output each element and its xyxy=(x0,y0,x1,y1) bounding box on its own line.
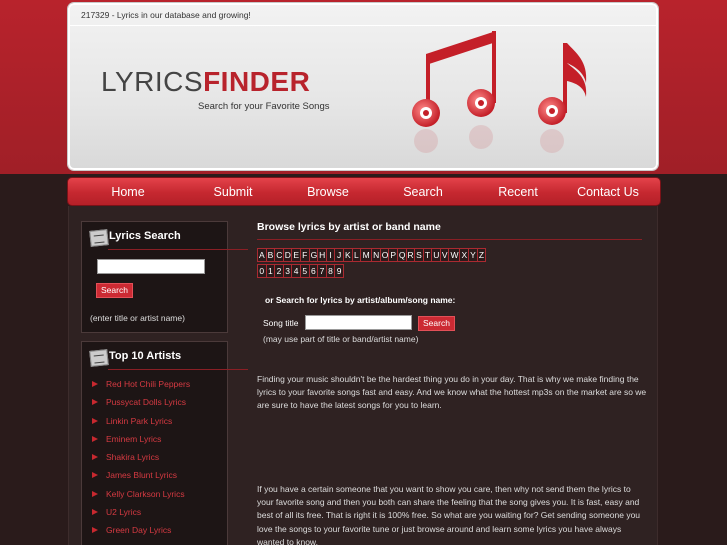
logo-text-finder: FINDER xyxy=(203,66,311,97)
site-tagline: Search for your Favorite Songs xyxy=(198,101,330,112)
artist-link[interactable]: Shakira Lyrics xyxy=(90,452,190,470)
divider xyxy=(108,249,248,250)
bullet-arrow-icon xyxy=(92,417,98,424)
song-title-label: Song title xyxy=(263,318,299,328)
artist-link[interactable]: Pussycat Dolls Lyrics xyxy=(90,397,190,415)
bullet-arrow-icon xyxy=(92,472,98,479)
nav-recent[interactable]: Recent xyxy=(468,185,568,199)
main-nav: Home Submit Browse Search Recent Contact… xyxy=(67,177,661,206)
header-panel: 217329 - Lyrics in our database and grow… xyxy=(68,3,658,170)
bullet-arrow-icon xyxy=(92,399,98,406)
index-link[interactable]: Z xyxy=(476,248,487,262)
vinyl-record-icon xyxy=(89,349,109,367)
nav-search[interactable]: Search xyxy=(378,185,468,199)
nav-browse[interactable]: Browse xyxy=(278,185,378,199)
artist-link[interactable]: Green Day Lyrics xyxy=(90,525,190,543)
artist-link[interactable]: Linkin Park Lyrics xyxy=(90,416,190,434)
sidebar-search-hint: (enter title or artist name) xyxy=(90,313,185,323)
artist-link[interactable]: James Blunt Lyrics xyxy=(90,470,190,488)
artist-link[interactable]: Eminem Lyrics xyxy=(90,434,190,452)
logo-text-lyrics: LYRICS xyxy=(101,66,204,97)
artist-link[interactable]: Kelly Clarkson Lyrics xyxy=(90,489,190,507)
artist-link[interactable]: Red Hot Chili Peppers xyxy=(90,379,190,397)
sidebar-search-button[interactable]: Search xyxy=(96,283,133,298)
top-artists-box: Top 10 Artists Red Hot Chili Peppers Pus… xyxy=(81,341,248,545)
lyrics-search-title: Lyrics Search xyxy=(109,230,181,242)
song-search-button[interactable]: Search xyxy=(418,316,455,331)
top-artists-title: Top 10 Artists xyxy=(109,350,182,362)
sidebar-search-input[interactable] xyxy=(97,259,205,274)
bullet-arrow-icon xyxy=(92,490,98,497)
music-notes-icon xyxy=(412,31,587,153)
lyrics-search-box: Lyrics Search Search (enter title or art… xyxy=(81,221,248,333)
digit-index: 0123456789 xyxy=(257,264,344,278)
bullet-arrow-icon xyxy=(92,527,98,534)
nav-contact-us[interactable]: Contact Us xyxy=(568,185,648,199)
bullet-arrow-icon xyxy=(92,509,98,516)
page-title: Browse lyrics by artist or band name xyxy=(257,221,441,233)
vinyl-record-icon xyxy=(89,229,109,247)
site-logo[interactable]: LYRICSFINDER xyxy=(101,68,310,96)
search-heading: or Search for lyrics by artist/album/son… xyxy=(265,295,456,305)
artist-link[interactable]: U2 Lyrics xyxy=(90,507,190,525)
info-paragraph: If you have a certain someone that you w… xyxy=(257,484,641,545)
bullet-arrow-icon xyxy=(92,454,98,461)
divider xyxy=(257,239,642,240)
divider xyxy=(108,369,248,370)
song-search-hint: (may use part of title or band/artist na… xyxy=(263,334,419,344)
nav-submit[interactable]: Submit xyxy=(188,185,278,199)
alphabet-index: ABCDEFGHIJKLMNOPQRSTUVWXYZ xyxy=(257,248,487,262)
song-title-input[interactable] xyxy=(305,315,412,330)
bullet-arrow-icon xyxy=(92,435,98,442)
index-link[interactable]: 9 xyxy=(334,264,344,278)
intro-paragraph: Finding your music shouldn't be the hard… xyxy=(257,374,647,411)
bullet-arrow-icon xyxy=(92,381,98,387)
top-artists-list: Red Hot Chili Peppers Pussycat Dolls Lyr… xyxy=(90,379,190,544)
nav-home[interactable]: Home xyxy=(68,185,188,199)
lyrics-count-text: 217329 - Lyrics in our database and grow… xyxy=(81,10,251,20)
